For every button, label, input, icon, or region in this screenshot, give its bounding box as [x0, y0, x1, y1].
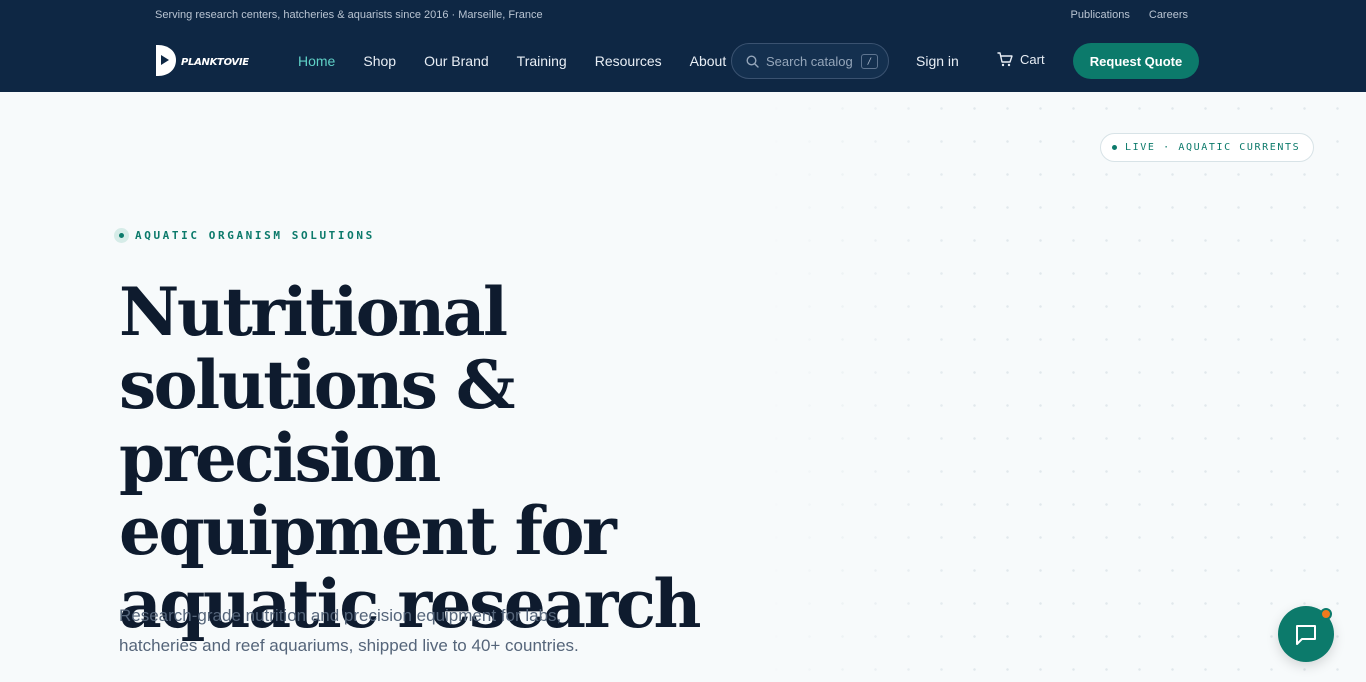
eyebrow-dot-icon: [114, 228, 129, 243]
hero-headline: Nutritional solutions & precision equipm…: [119, 273, 702, 643]
header-tagline: Serving research centers, hatcheries & a…: [155, 9, 543, 21]
logo-icon: [156, 45, 176, 76]
chat-notification-badge: [1320, 608, 1332, 620]
cart-icon: [997, 52, 1013, 67]
request-quote-button[interactable]: Request Quote: [1073, 43, 1199, 79]
nav-our-brand[interactable]: Our Brand: [424, 53, 489, 69]
nav-home[interactable]: Home: [298, 53, 335, 69]
hero-eyebrow-label: AQUATIC ORGANISM SOLUTIONS: [135, 229, 375, 242]
nav-shop[interactable]: Shop: [363, 53, 396, 69]
dot-grid-background: [760, 92, 1366, 682]
live-indicator-icon: [1112, 145, 1117, 150]
chat-icon: [1296, 625, 1316, 645]
nav-training[interactable]: Training: [517, 53, 567, 69]
nav-about[interactable]: About: [690, 53, 727, 69]
search-icon: [746, 54, 759, 68]
sign-in-link[interactable]: Sign in: [916, 53, 959, 69]
search-box[interactable]: /: [731, 43, 889, 79]
publications-link[interactable]: Publications: [1071, 9, 1130, 21]
utility-links: Publications Careers: [1071, 9, 1188, 21]
live-status-label: LIVE · AQUATIC CURRENTS: [1125, 142, 1301, 153]
main-nav: Home Shop Our Brand Training Resources A…: [298, 53, 754, 69]
chat-button[interactable]: [1278, 606, 1334, 662]
hero-eyebrow: AQUATIC ORGANISM SOLUTIONS: [114, 228, 375, 243]
live-status-badge: LIVE · AQUATIC CURRENTS: [1100, 133, 1314, 162]
cart-label: Cart: [1020, 52, 1045, 67]
cart-button[interactable]: Cart: [997, 52, 1045, 67]
site-logo[interactable]: PLANKTOVIE: [154, 44, 254, 77]
nav-resources[interactable]: Resources: [595, 53, 662, 69]
search-input[interactable]: [766, 53, 858, 69]
careers-link[interactable]: Careers: [1149, 9, 1188, 21]
site-header: Serving research centers, hatcheries & a…: [0, 0, 1366, 92]
search-shortcut-key: /: [861, 54, 878, 69]
logo-text: PLANKTOVIE: [181, 57, 249, 68]
hero-subheading: Research-grade nutrition and precision e…: [119, 606, 579, 655]
